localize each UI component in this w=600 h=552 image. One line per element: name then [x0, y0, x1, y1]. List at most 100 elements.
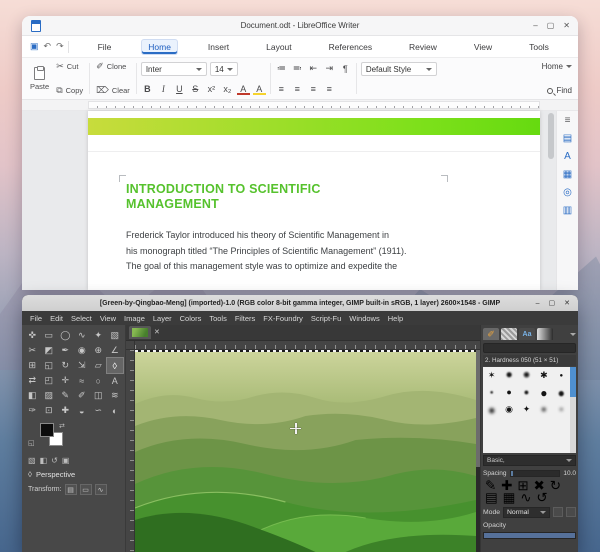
paste-button[interactable]: Paste — [26, 60, 53, 97]
canvas-vertical-scrollbar[interactable] — [476, 350, 480, 552]
gallery-icon[interactable]: ▦ — [563, 170, 572, 180]
tool-select-by-color[interactable]: ▧ — [107, 328, 124, 343]
tool-foreground-select[interactable]: ◩ — [41, 343, 58, 358]
tool-unified-transform[interactable]: ◰ — [41, 373, 58, 388]
align-right-button[interactable]: ≡ — [307, 82, 320, 95]
justify-button[interactable]: ≡ — [323, 82, 336, 95]
maximize-icon[interactable]: ▢ — [547, 22, 555, 30]
brush-round-big[interactable]: ● — [540, 387, 547, 399]
increase-indent-button[interactable]: ⇥ — [323, 62, 336, 75]
brush-dot-fuzzy[interactable]: ● — [559, 407, 563, 413]
cut-button[interactable]: ✂ Cut — [54, 62, 85, 71]
tool-text[interactable]: A — [107, 373, 124, 388]
menu-item[interactable]: View — [96, 314, 120, 323]
close-image-icon[interactable]: ✕ — [154, 329, 160, 336]
tool-paths[interactable]: ✒ — [57, 343, 74, 358]
document-heading[interactable]: INTRODUCTION TO SCIENTIFIC MANAGEMENT — [126, 182, 321, 212]
formatting-marks-button[interactable]: ¶ — [339, 62, 352, 75]
foreground-color-swatch[interactable] — [40, 423, 54, 437]
image-tab[interactable] — [129, 326, 151, 339]
document-body[interactable]: Frederick Taylor introduced his theory o… — [126, 228, 466, 275]
scrollbar-thumb[interactable] — [570, 367, 576, 397]
maximize-icon[interactable]: ▢ — [549, 300, 556, 307]
redo-icon[interactable]: ↷ — [56, 41, 64, 52]
subscript-button[interactable]: x₂ — [221, 82, 234, 95]
images-tab[interactable]: ▣ — [62, 456, 70, 465]
collapse-dock-icon[interactable] — [570, 333, 576, 336]
brush-tag-filter[interactable]: Basic, — [483, 455, 576, 466]
clear-formatting-button[interactable]: ⌦ Clear — [94, 86, 132, 95]
menu-item[interactable]: Select — [67, 314, 96, 323]
menu-item[interactable]: Colors — [176, 314, 206, 323]
brush-star-soft[interactable]: ✹ — [505, 371, 513, 380]
sidebar-settings-icon[interactable]: ≡ — [565, 116, 571, 126]
transform-layer-button[interactable]: ▤ — [65, 484, 77, 495]
underline-button[interactable]: U — [173, 82, 186, 95]
menu-item[interactable]: Windows — [345, 314, 383, 323]
brush-scrollbar[interactable] — [570, 367, 576, 453]
tool-scale[interactable]: ⇲ — [74, 358, 91, 373]
ribbon-tab[interactable]: Review — [402, 39, 444, 55]
tool-align[interactable]: ⊞ — [24, 358, 41, 373]
canvas-viewport[interactable] — [135, 350, 480, 552]
bold-button[interactable]: B — [141, 82, 154, 95]
tool-paintbrush[interactable]: ✐ — [74, 388, 91, 403]
copy-button[interactable]: ⧉ Copy — [54, 86, 85, 95]
brush-ring[interactable]: ◉ — [505, 405, 513, 414]
transform-path-button[interactable]: ∿ — [95, 484, 107, 495]
align-center-button[interactable]: ≡ — [291, 82, 304, 95]
ribbon-tab[interactable]: View — [467, 39, 499, 55]
tool-scissors-select[interactable]: ✂ — [24, 343, 41, 358]
brush-asterisk[interactable]: ✱ — [540, 371, 548, 380]
tool-bucket-fill[interactable]: ◧ — [24, 388, 41, 403]
ribbon-tab[interactable]: Tools — [522, 39, 556, 55]
tool-eraser[interactable]: ◫ — [90, 388, 107, 403]
tool-clone[interactable]: ⊡ — [41, 403, 58, 418]
minimize-icon[interactable]: – — [536, 300, 540, 307]
tool-smudge[interactable]: ∽ — [90, 403, 107, 418]
tool-zoom[interactable]: ⊕ — [90, 343, 107, 358]
menu-item[interactable]: FX-Foundry — [259, 314, 307, 323]
brush-round-soft2[interactable]: ● — [541, 405, 546, 414]
tool-move[interactable]: ✜ — [24, 328, 41, 343]
gradients-tab[interactable] — [537, 328, 553, 340]
paragraph-style-combo[interactable]: Default Style — [361, 62, 437, 76]
italic-button[interactable]: I — [157, 82, 170, 95]
tool-crop[interactable]: ◱ — [41, 358, 58, 373]
brush-filter-input[interactable] — [483, 343, 576, 353]
brush-round-big-soft[interactable]: ● — [558, 387, 565, 399]
brush-star[interactable]: ✶ — [488, 371, 496, 380]
clone-formatting-button[interactable]: ✐ Clone — [94, 62, 132, 71]
tool-cage-transform[interactable]: ○ — [90, 373, 107, 388]
font-name-combo[interactable]: Inter — [141, 62, 207, 76]
tool-ink[interactable]: ✑ — [24, 403, 41, 418]
brush-dot-soft[interactable]: ● — [490, 390, 494, 396]
document-page[interactable]: INTRODUCTION TO SCIENTIFIC MANAGEMENT Fr… — [88, 111, 540, 290]
ribbon-tab[interactable]: Insert — [201, 39, 236, 55]
tool-perspective[interactable]: ◊ — [107, 358, 124, 373]
opacity-slider[interactable] — [483, 532, 576, 539]
numbered-list-button[interactable]: ≕ — [291, 62, 304, 75]
undo-icon[interactable]: ↶ — [44, 41, 52, 52]
tool-gradient[interactable]: ▨ — [41, 388, 58, 403]
find-button[interactable]: Find — [547, 86, 572, 95]
transform-selection-button[interactable]: ▭ — [80, 484, 92, 495]
close-icon[interactable]: ✕ — [563, 22, 570, 30]
menu-item[interactable]: Tools — [205, 314, 231, 323]
tool-blur-sharpen[interactable]: ◒ — [74, 403, 91, 418]
tool-pencil[interactable]: ✎ — [57, 388, 74, 403]
tool-warp[interactable]: ≈ — [74, 373, 91, 388]
brush-burst[interactable]: ✺ — [523, 371, 531, 380]
fonts-tab[interactable]: Aa — [519, 328, 535, 340]
scrollbar-thumb[interactable] — [548, 113, 554, 159]
style-inspector-icon[interactable]: ▥ — [563, 206, 572, 216]
tool-dodge-burn[interactable]: ◐ — [107, 403, 124, 418]
tool-fuzzy-select[interactable]: ✦ — [90, 328, 107, 343]
font-size-combo[interactable]: 14 — [210, 62, 238, 76]
bullet-list-button[interactable]: ≔ — [275, 62, 288, 75]
menu-item[interactable]: Image — [120, 314, 149, 323]
menu-item[interactable]: Help — [384, 314, 407, 323]
tool-measure[interactable]: ∠ — [107, 343, 124, 358]
menu-item[interactable]: Filters — [231, 314, 259, 323]
save-icon[interactable]: ▣ — [30, 41, 39, 52]
